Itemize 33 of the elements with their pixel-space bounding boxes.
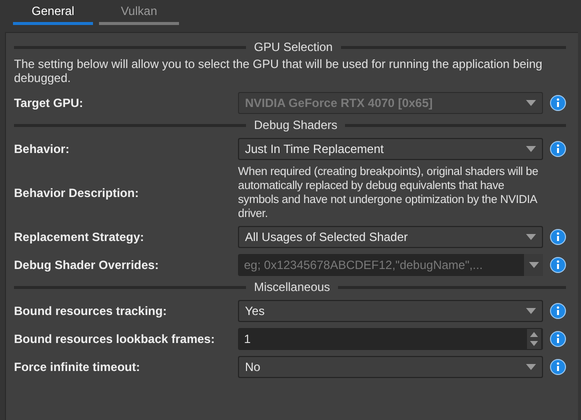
- caret-icon: [526, 234, 536, 240]
- setting-label: Debug Shader Overrides:: [14, 257, 160, 274]
- section-header: GPU Selection: [254, 39, 333, 56]
- tab[interactable]: General: [13, 0, 93, 25]
- info-icon[interactable]: [550, 141, 566, 157]
- intro-text: The setting below will allow you to select the GPU that will be used for running the application being debugged.: [14, 57, 544, 85]
- info-icon[interactable]: [550, 331, 566, 347]
- info-icon[interactable]: [550, 303, 566, 319]
- setting-label: Force infinite timeout:: [14, 359, 141, 376]
- setting-label: Behavior:: [14, 141, 70, 158]
- setting-label: Replacement Strategy:: [14, 229, 146, 246]
- info-icon[interactable]: [550, 359, 566, 375]
- dropdown[interactable]: Yes: [238, 300, 543, 322]
- description-text: When required (creating breakpoints), original shaders will be automatically replaced by debug equivalents that have symbols and have not undergone optimization by the NVIDIA driver.: [238, 165, 540, 222]
- setting-label: Bound resources lookback frames:: [14, 331, 216, 348]
- setting-label: Behavior Description:: [14, 185, 140, 202]
- info-icon[interactable]: [550, 257, 566, 273]
- caret-icon: [526, 100, 536, 106]
- caret-icon: [526, 146, 536, 152]
- spin-arrows-icon[interactable]: [527, 329, 541, 349]
- section-header: Debug Shaders: [254, 117, 338, 134]
- caret-icon: [526, 364, 536, 370]
- dropdown[interactable]: All Usages of Selected Shader: [238, 226, 543, 248]
- caret-icon: [528, 262, 538, 268]
- dropdown[interactable]: Just In Time Replacement: [238, 138, 543, 160]
- setting-label: Target GPU:: [14, 95, 84, 112]
- caret-icon: [526, 308, 536, 314]
- setting-label: Bound resources tracking:: [14, 303, 168, 320]
- tab[interactable]: Vulkan: [99, 0, 179, 25]
- info-icon[interactable]: [550, 229, 566, 245]
- section-header: Miscellaneous: [254, 279, 330, 296]
- info-icon[interactable]: [550, 95, 566, 111]
- dropdown[interactable]: No: [238, 356, 543, 378]
